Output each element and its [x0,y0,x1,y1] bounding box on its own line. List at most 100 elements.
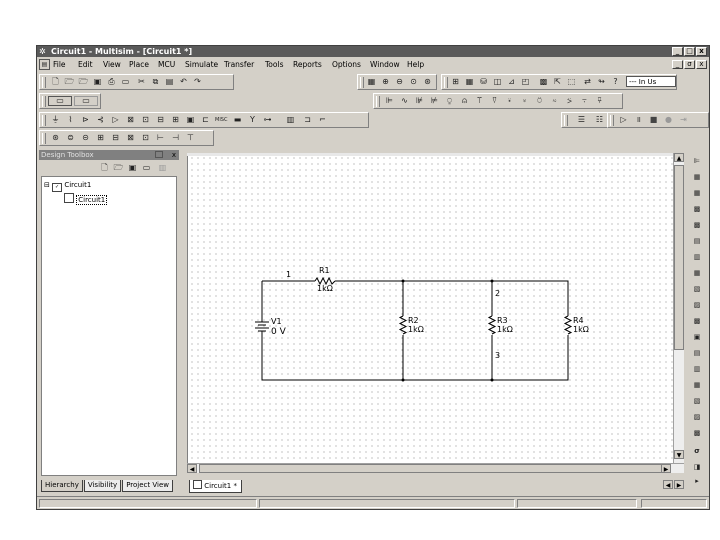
list-icon[interactable]: ☷ [594,115,605,125]
network-analyzer-icon[interactable]: ⍩ [564,96,575,106]
breadboard-icon[interactable]: ⬚ [566,77,577,87]
zoom-out-icon[interactable]: ⊖ [394,77,405,87]
agilent-oscilloscope-icon[interactable]: ▨ [691,412,703,422]
toolbar-grip[interactable] [42,115,46,126]
ttl-icon[interactable]: ⊠ [125,115,136,125]
open-folder-icon[interactable]: 🗁 [64,77,75,87]
distortion-instrument-icon[interactable]: ▣ [691,332,703,342]
misc-icon[interactable]: MISC [215,115,227,125]
horizontal-scrollbar[interactable]: ◀ ▶ [187,463,684,473]
resistor-r4[interactable] [563,315,573,335]
toolbar-grip[interactable] [42,133,46,144]
toolbar-grip[interactable] [42,77,46,88]
close-button[interactable]: x [696,47,707,56]
logic-analyzer-icon[interactable]: ⍢ [489,96,500,106]
tektronix-icon[interactable]: ⍫ [594,96,605,106]
erc-icon[interactable]: ▩ [538,77,549,87]
analog-virtual-icon[interactable]: ⊠ [125,133,136,143]
back-annotate-icon[interactable]: ⇱ [552,77,563,87]
measurement-virtual-icon[interactable]: ⊢ [155,133,166,143]
schematic-canvas[interactable]: 1 2 3 R1 1kΩ V1 0 V R2 1kΩ R3 1kΩ R4 1kΩ [187,153,684,471]
menu-mcu[interactable]: MCU [158,58,175,71]
new-design-icon[interactable]: 🗋 [99,163,110,173]
spectrum-instrument-icon[interactable]: ▤ [691,348,703,358]
logic-converter-icon[interactable]: ⍣ [504,96,515,106]
word-generator-instrument-icon[interactable]: ▦ [691,268,703,278]
spreadsheet-icon[interactable]: ▦ [464,77,475,87]
postprocessor-icon[interactable]: ⊿ [506,77,517,87]
menu-view[interactable]: View [103,58,121,71]
save-design-icon[interactable]: ▣ [127,163,138,173]
iv-analyzer-instrument-icon[interactable]: ▩ [691,316,703,326]
hierarchy-icon[interactable]: ⊞ [450,77,461,87]
toolbar-grip[interactable] [376,96,380,107]
toolbar-grip[interactable] [42,96,46,107]
menu-options[interactable]: Options [332,58,361,71]
close-design-icon[interactable]: ▭ [141,163,152,173]
misc-virtual-icon[interactable]: ⊡ [140,133,151,143]
scroll-left-icon[interactable]: ◀ [187,464,197,473]
logic-analyzer-instrument-icon[interactable]: ▧ [691,284,703,294]
zoom-in-icon[interactable]: ⊕ [380,77,391,87]
paste-icon[interactable]: ▤ [164,77,175,87]
bode-plotter-icon[interactable]: ⍜ [444,96,455,106]
copy-icon[interactable]: ⧉ [150,77,161,87]
cut-icon[interactable]: ✂ [136,77,147,87]
in-use-list[interactable]: --- In Us [626,76,676,87]
new-icon[interactable]: 🗋 [50,77,61,87]
transistor-virtual-icon[interactable]: ⊟ [110,133,121,143]
electromechanical-icon[interactable]: ⊶ [262,115,273,125]
power-source-icon[interactable]: ⊛ [50,133,61,143]
misc-digital-icon[interactable]: ⊟ [155,115,166,125]
distortion-analyzer-icon[interactable]: ⍥ [534,96,545,106]
agilent-multimeter-icon[interactable]: ▧ [691,396,703,406]
doc-minimize-button[interactable]: _ [672,60,683,69]
word-generator-icon[interactable]: ⍡ [474,96,485,106]
tree-root[interactable]: ⊟ ✓ Circuit1 [44,181,91,192]
expand-icon[interactable]: ⊟ [44,181,50,189]
open-sample-icon[interactable]: 🗁 [78,77,89,87]
rf-icon[interactable]: Y [247,115,258,125]
transfer-icon[interactable]: ⇄ [582,77,593,87]
hierarchical-block-icon[interactable]: ⊐ [302,115,313,125]
bode-instrument-icon[interactable]: ▤ [691,236,703,246]
cmos-icon[interactable]: ⊡ [140,115,151,125]
scroll-up-icon[interactable]: ▲ [674,153,684,162]
multimeter-icon[interactable]: ⊫ [384,96,395,106]
tab-next-icon[interactable]: ▶ [674,480,684,489]
measurement-probe-icon[interactable]: σ [691,446,703,456]
power-component-icon[interactable]: ⊏ [200,115,211,125]
wire-top[interactable] [335,280,569,316]
record-icon[interactable]: ● [663,115,674,125]
oscilloscope-instrument-icon[interactable]: ▩ [691,204,703,214]
zoom-area-icon[interactable]: ⊙ [408,77,419,87]
tab-prev-icon[interactable]: ◀ [663,480,673,489]
grapher-icon[interactable]: ◰ [520,77,531,87]
tab-circuit1[interactable]: Circuit1 * [189,480,242,493]
basic-virtual-icon[interactable]: ⊝ [80,133,91,143]
toolbar-grip[interactable] [360,77,364,88]
toggle-grid-icon[interactable]: ▭ [48,96,72,106]
menu-simulate[interactable]: Simulate [185,58,218,71]
pin-icon[interactable] [155,151,163,158]
menu-window[interactable]: Window [370,58,400,71]
delete-design-icon[interactable]: ▥ [157,163,168,173]
agilent-generator-icon[interactable]: ▦ [691,380,703,390]
current-probe-icon[interactable]: ▸ [691,476,703,486]
vertical-scrollbar[interactable]: ▲ ▼ [673,153,684,471]
print-preview-icon[interactable]: ▭ [120,77,131,87]
document-icon[interactable]: ▤ [39,59,50,70]
minimize-button[interactable]: _ [672,47,683,56]
toolbar-grip[interactable] [444,77,448,88]
logic-converter-instrument-icon[interactable]: ▨ [691,300,703,310]
toggle-border-icon[interactable]: ▭ [74,96,98,106]
toolbar-grip[interactable] [564,115,568,126]
spectrum-analyzer-icon[interactable]: ⍨ [549,96,560,106]
vertical-scroll-thumb[interactable] [674,165,684,350]
component-icon[interactable]: ◫ [492,77,503,87]
step-icon[interactable]: ⇥ [678,115,689,125]
basic-icon[interactable]: ⌇ [65,115,76,125]
undo-icon[interactable]: ↶ [178,77,189,87]
menu-reports[interactable]: Reports [293,58,322,71]
signal-source-icon[interactable]: ⊜ [65,133,76,143]
